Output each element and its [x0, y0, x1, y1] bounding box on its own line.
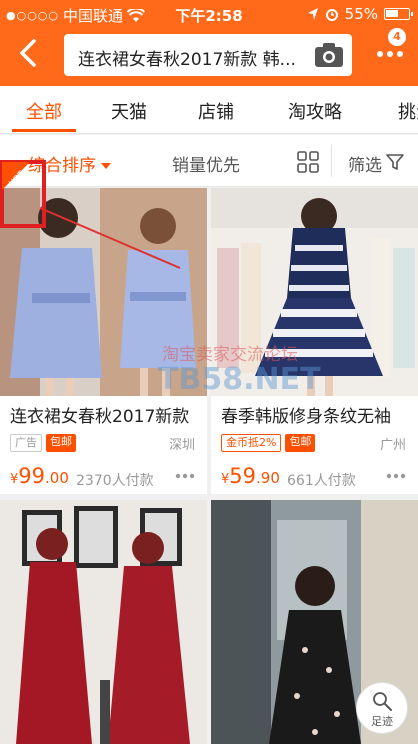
category-tabs: 全部 天猫 店铺 淘攻略 挑步 — [0, 86, 418, 134]
sales-count: 661人付款 — [287, 473, 356, 489]
tab-guides[interactable]: 淘攻略 — [288, 98, 342, 124]
product-card[interactable]: 连衣裙女春秋2017新款 广告 包邮 深圳 ¥99.00 2370人付款 — [0, 188, 207, 494]
product-card[interactable] — [0, 500, 207, 744]
sales-count: 2370人付款 — [76, 473, 154, 489]
product-price: ¥59.90 — [221, 464, 280, 488]
location-arrow-icon — [307, 8, 318, 20]
tab-tmall[interactable]: 天猫 — [111, 98, 147, 124]
tab-shops[interactable]: 店铺 — [198, 98, 234, 124]
more-icon[interactable] — [372, 42, 408, 66]
active-tab-indicator — [12, 129, 76, 132]
tab-all[interactable]: 全部 — [26, 98, 62, 124]
more-options-icon[interactable] — [175, 472, 195, 480]
battery-percent: 55% — [344, 5, 378, 23]
product-location: 广州 — [379, 438, 406, 453]
alarm-icon — [325, 9, 338, 21]
product-title[interactable]: 连衣裙女春秋2017新款 — [10, 402, 200, 427]
product-title[interactable]: 春季韩版修身条纹无袖 — [221, 402, 411, 427]
more-options-icon[interactable] — [386, 472, 406, 480]
search-query-text[interactable]: 连衣裙女春秋2017新款 韩... — [78, 45, 302, 70]
back-arrow-icon[interactable] — [14, 38, 42, 68]
free-shipping-tag: 包邮 — [46, 434, 76, 452]
grid-view-icon[interactable] — [297, 151, 319, 173]
battery-icon — [384, 8, 413, 20]
footprint-button[interactable]: 足迹 — [356, 682, 408, 734]
sort-sales[interactable]: 销量优先 — [172, 151, 240, 176]
price-decimal: .90 — [256, 469, 280, 487]
tab-picks[interactable]: 挑步 — [398, 98, 418, 124]
filter-button[interactable]: 筛选 — [348, 151, 382, 176]
status-bar: ●○○○○ 中国联通 下午2:58 55% — [0, 0, 418, 28]
footprint-label: 足迹 — [371, 715, 393, 728]
message-count-badge: 4 — [388, 28, 406, 46]
product-image[interactable] — [211, 188, 418, 396]
free-shipping-tag: 包邮 — [285, 434, 316, 452]
chevron-down-icon — [101, 163, 111, 169]
product-price: ¥99.00 — [10, 464, 69, 488]
hot-flag-icon: HOT — [0, 160, 46, 228]
price-integer: 59 — [229, 464, 257, 488]
divider — [331, 145, 332, 177]
product-tags: 广告 包邮 — [10, 434, 76, 452]
app-header: ●○○○○ 中国联通 下午2:58 55% 连衣裙女春秋2017新款 韩... — [0, 0, 418, 86]
footprint-icon — [373, 692, 392, 711]
product-image[interactable] — [0, 500, 207, 744]
product-tags: 金币抵2% 包邮 — [221, 434, 316, 452]
funnel-icon[interactable] — [386, 153, 404, 171]
ad-tag: 广告 — [10, 434, 42, 452]
price-integer: 99 — [18, 464, 46, 488]
price-decimal: .00 — [45, 469, 69, 487]
search-input[interactable]: 连衣裙女春秋2017新款 韩... — [64, 34, 352, 76]
product-card[interactable]: 春季韩版修身条纹无袖 金币抵2% 包邮 广州 ¥59.90 661人付款 — [211, 188, 418, 494]
camera-icon[interactable] — [314, 42, 344, 68]
product-location: 深圳 — [168, 438, 195, 453]
sort-bar: 综合排序 销量优先 筛选 — [0, 135, 418, 187]
coin-discount-tag: 金币抵2% — [221, 434, 282, 452]
